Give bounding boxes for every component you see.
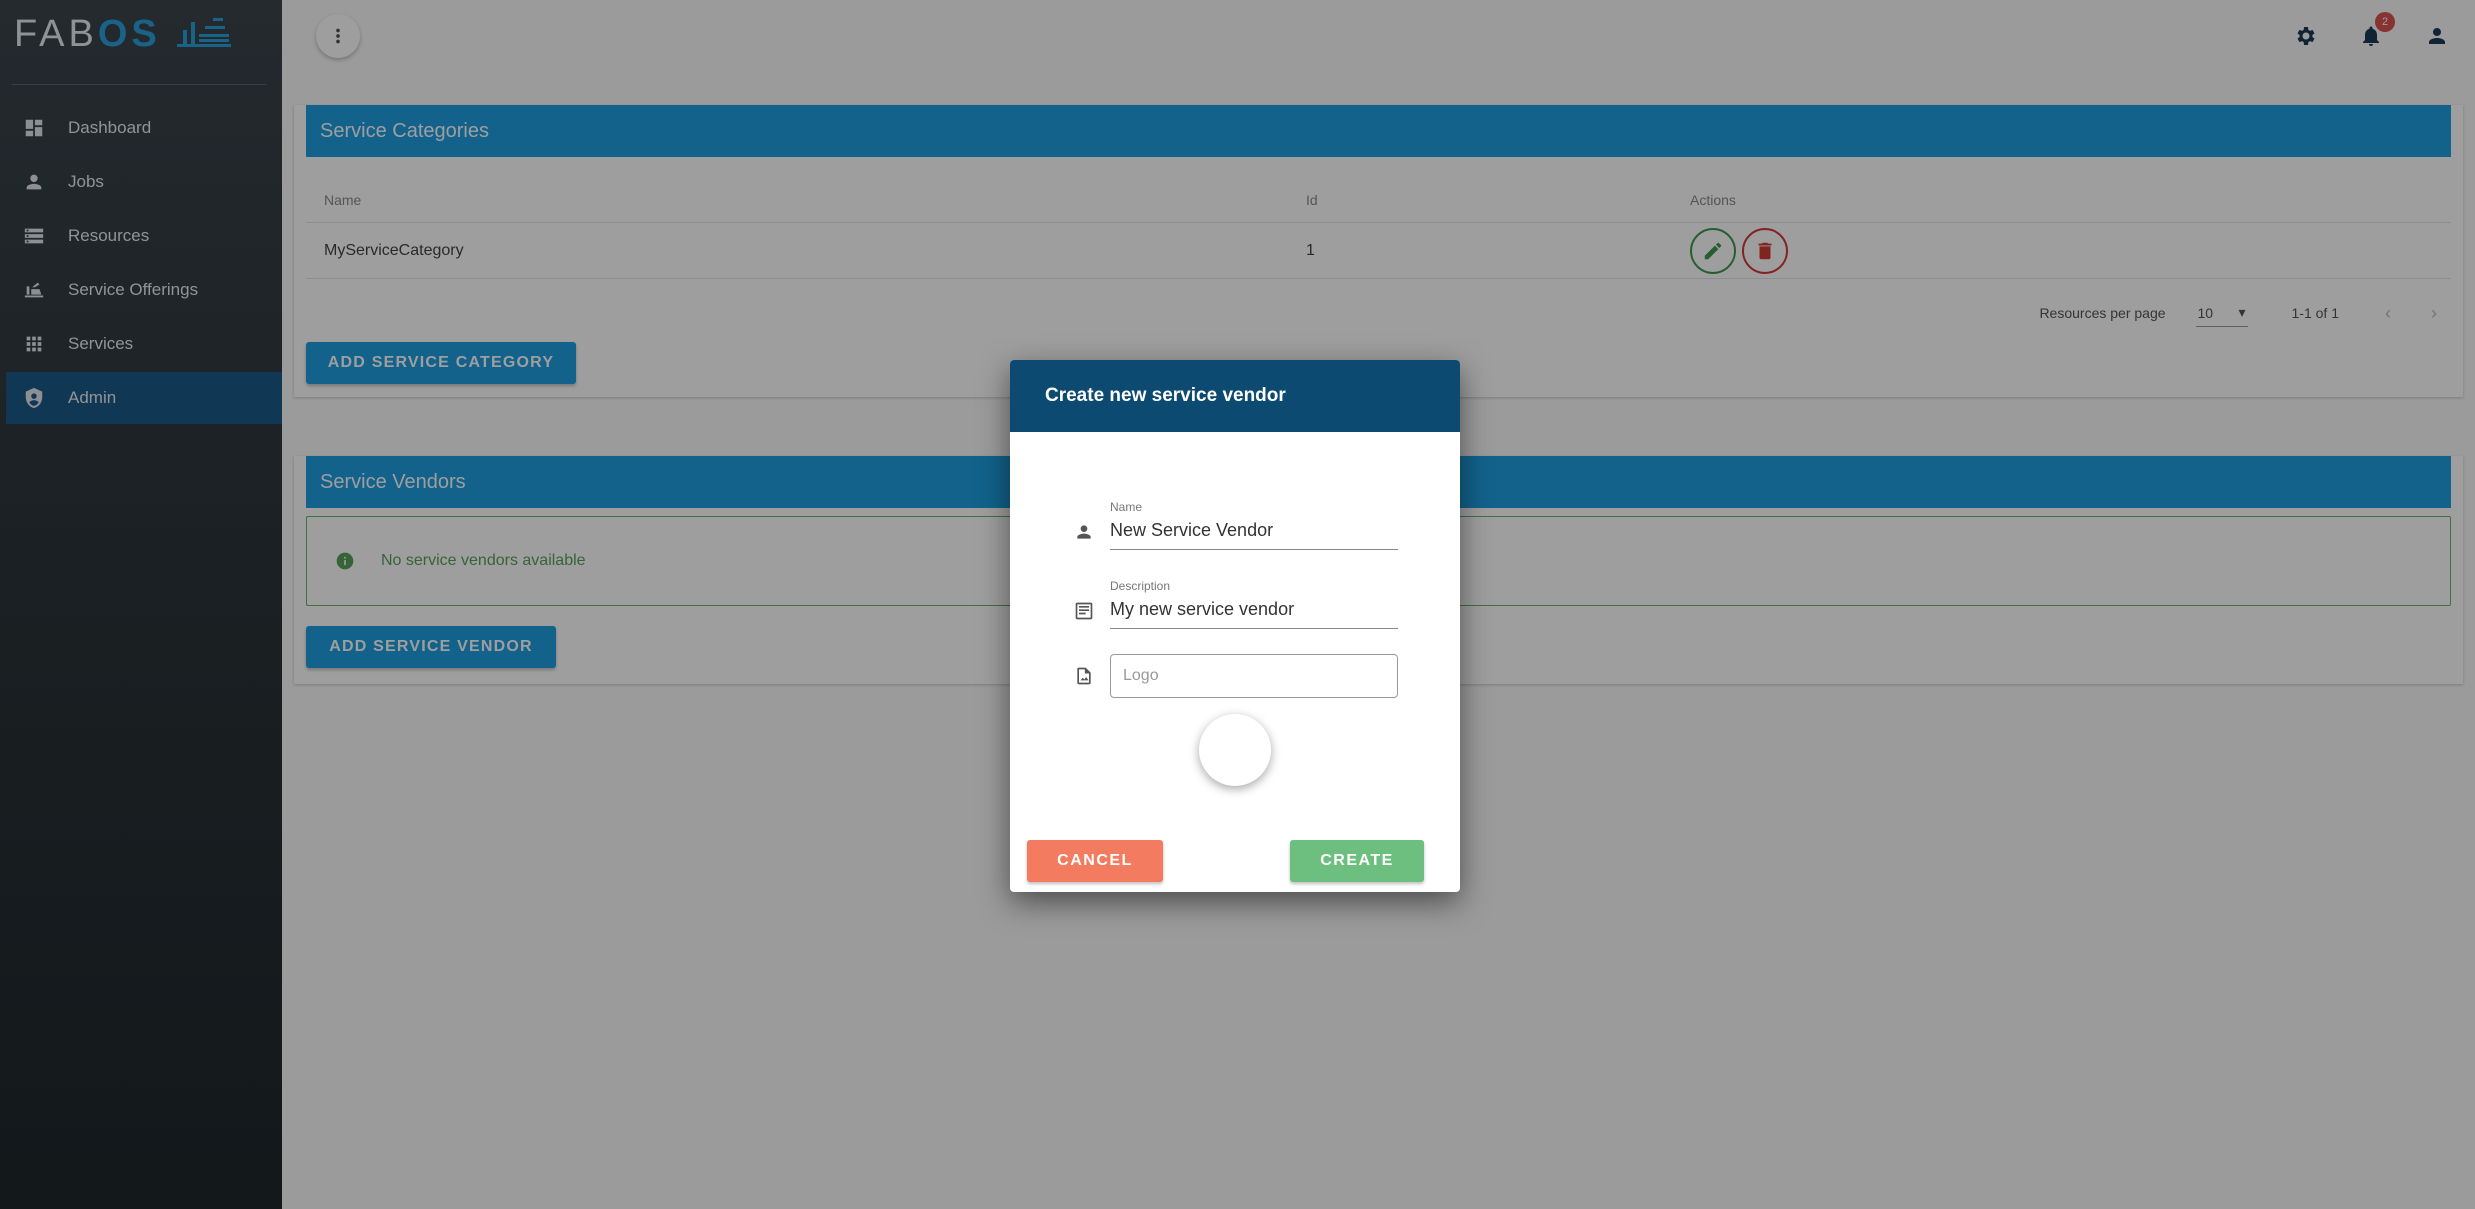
dialog-title: Create new service vendor [1010,360,1460,432]
name-label: Name [1110,500,1143,514]
create-vendor-dialog: Create new service vendor Name New Servi… [1010,360,1460,892]
description-label: Description [1110,579,1171,593]
person-icon [1074,522,1096,544]
name-input[interactable]: New Service Vendor [1110,520,1398,550]
logo-input[interactable]: Logo [1110,654,1398,698]
image-file-icon [1074,666,1096,688]
description-input[interactable]: My new service vendor [1110,599,1398,629]
description-icon [1074,601,1096,623]
logo-preview[interactable] [1199,714,1271,786]
create-button[interactable]: CREATE [1290,840,1424,882]
cancel-button[interactable]: CANCEL [1027,840,1163,882]
